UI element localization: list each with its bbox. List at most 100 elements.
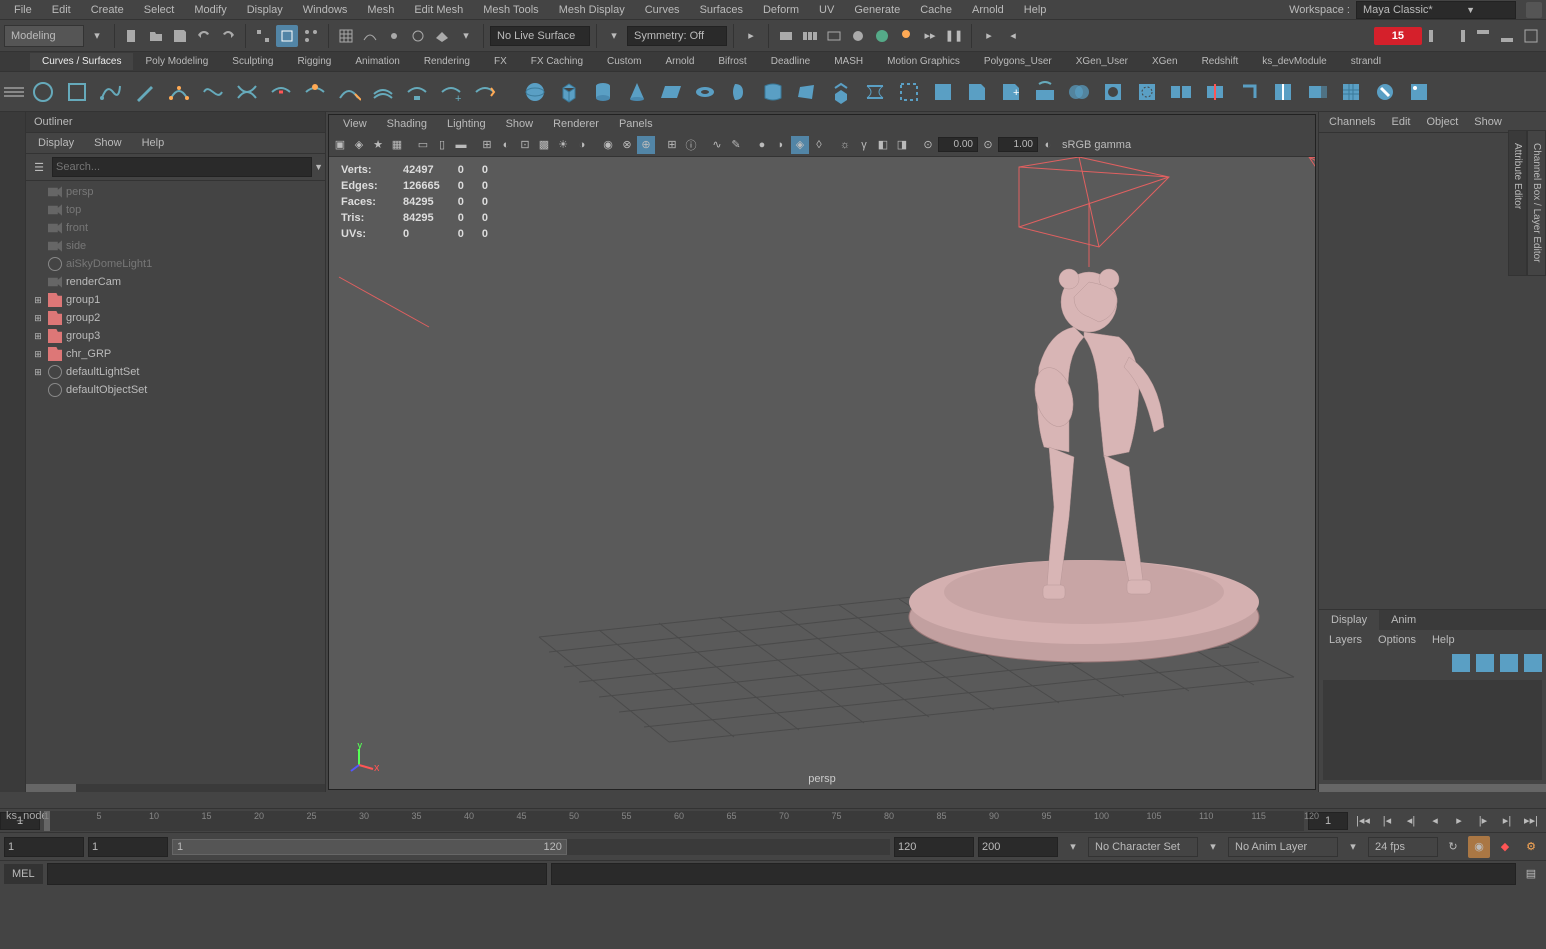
cb-menu-channels[interactable]: Channels [1321, 116, 1383, 128]
bevel-plus-icon[interactable]: + [996, 77, 1026, 107]
view-transform-icon[interactable]: ◧ [874, 136, 892, 154]
search-icon[interactable]: ☰ [28, 156, 50, 178]
chevron-down-icon[interactable]: ▾ [1202, 836, 1224, 858]
outliner-item[interactable]: defaultObjectSet [28, 381, 323, 399]
go-end-button[interactable]: ▸▸| [1520, 810, 1542, 832]
layers-menu-layers[interactable]: Layers [1321, 634, 1370, 646]
playblast-button[interactable]: ▸▸ [919, 25, 941, 47]
pause-button[interactable]: ❚❚ [943, 25, 965, 47]
new-scene-button[interactable] [121, 25, 143, 47]
exposure-icon[interactable]: ☼ [836, 136, 854, 154]
shelf-tab-animation[interactable]: Animation [343, 53, 411, 70]
shelf-tab-xgen[interactable]: XGen [1140, 53, 1190, 70]
live-surface-field[interactable]: No Live Surface [490, 26, 590, 46]
select-by-object-button[interactable] [276, 25, 298, 47]
menu-editmesh[interactable]: Edit Mesh [404, 4, 473, 16]
exposure-slider-icon[interactable]: ⊙ [919, 136, 937, 154]
expand-icon[interactable]: ⊞ [32, 331, 44, 342]
nurbs-cylinder-icon[interactable] [588, 77, 618, 107]
vp-menu-lighting[interactable]: Lighting [437, 118, 496, 130]
step-back-button[interactable]: ◂| [1400, 810, 1422, 832]
menu-file[interactable]: File [4, 4, 42, 16]
construction-history-button[interactable]: ▸ [740, 25, 762, 47]
outliner-item[interactable]: persp [28, 183, 323, 201]
loft-icon[interactable] [758, 77, 788, 107]
layers-menu-help[interactable]: Help [1424, 634, 1463, 646]
curve-attach-icon[interactable] [232, 77, 262, 107]
render-settings-button[interactable] [847, 25, 869, 47]
fps-dropdown[interactable]: 24 fps [1368, 837, 1438, 857]
menu-modify[interactable]: Modify [184, 4, 236, 16]
nurbs-square-icon[interactable] [62, 77, 92, 107]
tab-channelbox[interactable]: Channel Box / Layer Editor [1527, 130, 1546, 276]
command-input[interactable] [47, 863, 547, 885]
intersect-icon[interactable] [1064, 77, 1094, 107]
step-forward-button[interactable]: |▸ [1472, 810, 1494, 832]
snap-point-button[interactable] [383, 25, 405, 47]
shadows-icon[interactable]: ◑ [573, 136, 591, 154]
create-empty-layer-icon[interactable] [1500, 654, 1518, 672]
range-start-outer[interactable] [4, 837, 84, 857]
menu-select[interactable]: Select [134, 4, 185, 16]
textured-icon[interactable]: ▩ [535, 136, 553, 154]
hypershade-button[interactable] [871, 25, 893, 47]
cb-menu-edit[interactable]: Edit [1383, 116, 1418, 128]
film-gate-icon[interactable]: ▭ [414, 136, 432, 154]
sidebar-toggle1-button[interactable] [1424, 25, 1446, 47]
symmetry-field[interactable]: Symmetry: Off [627, 26, 727, 46]
extrude-icon[interactable] [826, 77, 856, 107]
gamma-value[interactable]: 1.00 [998, 137, 1038, 152]
outliner-scrollbar[interactable] [26, 784, 325, 792]
bookmark-icon[interactable]: ★ [369, 136, 387, 154]
menu-meshdisplay[interactable]: Mesh Display [549, 4, 635, 16]
create-layer-selection-icon[interactable] [1524, 654, 1542, 672]
snap-curve-button[interactable] [359, 25, 381, 47]
layer-list[interactable] [1323, 680, 1542, 780]
menu-mesh[interactable]: Mesh [357, 4, 404, 16]
outliner-item[interactable]: ⊞group1 [28, 291, 323, 309]
surface-editor-icon[interactable] [1404, 77, 1434, 107]
panel-toggle2-button[interactable]: ◂ [1002, 25, 1024, 47]
curve-offset-icon[interactable] [368, 77, 398, 107]
play-back-button[interactable]: ◂ [1424, 810, 1446, 832]
snap-grid-button[interactable] [335, 25, 357, 47]
snap-plane-button[interactable] [431, 25, 453, 47]
curve-reverse-icon[interactable] [470, 77, 500, 107]
open-close-icon[interactable] [1234, 77, 1264, 107]
curve-insert-icon[interactable] [300, 77, 330, 107]
menu-windows[interactable]: Windows [293, 4, 358, 16]
color-mgmt-icon[interactable]: ◨ [893, 136, 911, 154]
redo-button[interactable] [217, 25, 239, 47]
motion-trail-icon[interactable]: ∿ [708, 136, 726, 154]
render-frame-button[interactable] [775, 25, 797, 47]
nurbs-sphere-icon[interactable] [520, 77, 550, 107]
shelf-tab-poly[interactable]: Poly Modeling [133, 53, 220, 70]
script-editor-button[interactable]: ▤ [1520, 863, 1542, 885]
character-set-dropdown[interactable]: No Character Set [1088, 837, 1198, 857]
panel-toggle-button[interactable]: ▸ [978, 25, 1000, 47]
colorspace-icon[interactable]: ◐ [1039, 136, 1057, 154]
shelf-tab-arnold[interactable]: Arnold [653, 53, 706, 70]
select-by-component-button[interactable] [300, 25, 322, 47]
vp-menu-renderer[interactable]: Renderer [543, 118, 609, 130]
snap-live-button[interactable]: ▾ [455, 25, 477, 47]
multisample-icon[interactable]: ◈ [791, 136, 809, 154]
shelf-tab-curves[interactable]: Curves / Surfaces [30, 53, 133, 70]
curve-extend-icon[interactable] [334, 77, 364, 107]
range-slider-handle[interactable]: 1 120 [172, 839, 567, 855]
select-camera-icon[interactable]: ▣ [331, 136, 349, 154]
shelf-tab-deadline[interactable]: Deadline [759, 53, 822, 70]
step-back-key-button[interactable]: |◂ [1376, 810, 1398, 832]
hud-icon[interactable]: ⓘ [682, 136, 700, 154]
boundary-icon[interactable] [894, 77, 924, 107]
range-slider-track[interactable]: 1 120 [172, 839, 890, 855]
vp-menu-panels[interactable]: Panels [609, 118, 663, 130]
shelf-tab-sculpt[interactable]: Sculpting [220, 53, 285, 70]
shelf-tab-strand[interactable]: strandI [1339, 53, 1394, 70]
shelf-tab-mograph[interactable]: Motion Graphics [875, 53, 972, 70]
nurbs-cone-icon[interactable] [622, 77, 652, 107]
chevron-down-icon[interactable]: ▾ [1062, 836, 1084, 858]
tab-attribute-editor[interactable]: Attribute Editor [1508, 130, 1527, 276]
sidebar-toggle2-button[interactable] [1448, 25, 1470, 47]
vp-menu-view[interactable]: View [333, 118, 377, 130]
